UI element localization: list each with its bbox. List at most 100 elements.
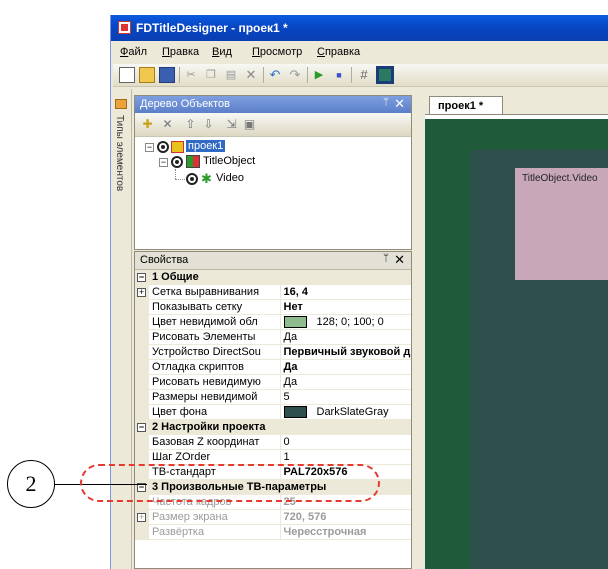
close-icon[interactable]: ✕ (394, 252, 405, 268)
cut-icon[interactable]: ✂ (183, 67, 199, 83)
row-gutter (135, 299, 149, 315)
menu-bar: Файл Правка Вид Просмотр Справка (111, 42, 608, 62)
tab-project[interactable]: проек1 * (429, 96, 503, 115)
document-area: проек1 * TitleObject.Video (425, 92, 608, 569)
move-up-icon[interactable]: ⇧ (183, 117, 198, 132)
property-name: Рисовать Элементы (149, 329, 281, 345)
menu-help[interactable]: Справка (317, 46, 360, 58)
open-folder-icon[interactable] (139, 67, 155, 83)
property-value[interactable]: Чересстрочная (280, 524, 411, 540)
menu-preview[interactable]: Просмотр (252, 46, 302, 58)
row-gutter (135, 524, 149, 540)
pin-icon[interactable]: ᛘ (383, 97, 389, 108)
pin-icon[interactable]: ᛘ (383, 253, 389, 264)
property-value-text: 0 (283, 436, 290, 448)
design-canvas[interactable]: TitleObject.Video (425, 119, 608, 569)
save-icon[interactable] (159, 67, 175, 83)
menu-edit[interactable]: Правка (162, 46, 199, 58)
collapse-icon[interactable]: − (135, 419, 149, 435)
grid-icon[interactable]: # (356, 67, 372, 83)
redo-icon[interactable]: ↷ (287, 67, 303, 83)
collapse-icon[interactable]: − (159, 158, 168, 167)
add-object-icon[interactable]: ✚ (140, 117, 155, 132)
property-value-text: Да (283, 361, 298, 373)
property-value[interactable]: 5 (280, 389, 411, 405)
tree-node-video[interactable]: Video (216, 172, 244, 184)
property-row[interactable]: Размеры невидимой 5 (135, 389, 411, 405)
property-row[interactable]: + Сетка выравнивания 16, 4 (135, 284, 411, 300)
visibility-icon[interactable] (171, 156, 183, 168)
menu-view[interactable]: Вид (212, 46, 232, 58)
toolbar-separator (263, 67, 264, 83)
background-color-icon[interactable] (376, 66, 394, 84)
export-icon[interactable]: ▣ (242, 117, 257, 132)
property-row[interactable]: Отладка скриптов Да (135, 359, 411, 375)
property-row[interactable]: Развёртка Чересстрочная (135, 524, 411, 540)
property-value-text: Да (283, 331, 298, 343)
property-row[interactable]: Шаг ZOrder 1 (135, 449, 411, 465)
import-icon[interactable]: ⇲ (224, 117, 239, 132)
property-value[interactable]: Да (280, 374, 411, 390)
new-file-icon[interactable] (119, 67, 135, 83)
move-down-icon[interactable]: ⇩ (201, 117, 216, 132)
expand-icon[interactable]: + (135, 509, 149, 525)
collapse-icon[interactable]: − (135, 270, 149, 285)
property-name: Отладка скриптов (149, 359, 281, 375)
property-row[interactable]: Устройство DirectSou Первичный звуковой д… (135, 344, 411, 360)
property-value[interactable]: 128; 0; 100; 0 (280, 314, 411, 330)
property-value[interactable]: 16, 4 (280, 284, 411, 300)
property-value[interactable]: Да (280, 359, 411, 375)
properties-panel: Свойства ᛘ ✕ −1 Общие + Сетка выравнивания… (134, 251, 412, 569)
property-value[interactable]: Нет (280, 299, 411, 315)
property-value[interactable]: 0 (280, 434, 411, 450)
property-row[interactable]: Показывать сетку Нет (135, 299, 411, 315)
row-gutter (135, 434, 149, 450)
collapse-icon[interactable]: − (145, 143, 154, 152)
property-row[interactable]: Цвет фона DarkSlateGray (135, 404, 411, 420)
close-icon[interactable]: ✕ (394, 96, 405, 112)
play-icon[interactable]: ▶ (311, 67, 327, 83)
delete-object-icon[interactable]: ✕ (160, 117, 175, 132)
property-value[interactable]: Да (280, 329, 411, 345)
row-gutter (135, 449, 149, 465)
visibility-icon[interactable] (186, 173, 198, 185)
tree-toolbar: ✚ ✕ ⇧ ⇩ ⇲ ▣ (135, 113, 411, 137)
tree-node-titleobject[interactable]: TitleObject (203, 155, 255, 167)
toolbar-separator (351, 67, 352, 83)
property-name: Размер экрана (149, 509, 281, 525)
paste-icon[interactable]: ▤ (223, 67, 239, 83)
property-row[interactable]: + Размер экрана 720, 576 (135, 509, 411, 525)
property-value[interactable]: Первичный звуковой др (280, 344, 411, 360)
property-name: Цвет фона (149, 404, 281, 420)
property-category[interactable]: −1 Общие (135, 270, 411, 285)
property-row[interactable]: Рисовать Элементы Да (135, 329, 411, 345)
property-value[interactable]: 1 (280, 449, 411, 465)
menu-file[interactable]: Файл (120, 46, 147, 58)
property-row[interactable]: Рисовать невидимую Да (135, 374, 411, 390)
category-label: 2 Настройки проекта (149, 419, 411, 435)
property-value-text: 128; 0; 100; 0 (316, 315, 384, 328)
object-tree-header: Дерево Объектов ᛘ ✕ (135, 96, 411, 113)
video-object-label: TitleObject.Video (522, 173, 598, 184)
property-row[interactable]: Цвет невидимой обл 128; 0; 100; 0 (135, 314, 411, 330)
property-category[interactable]: −2 Настройки проекта (135, 419, 411, 435)
element-types-label: Типы элементов (114, 115, 125, 192)
tree-node-project[interactable]: проек1 (186, 140, 226, 152)
property-value[interactable]: 720, 576 (280, 509, 411, 525)
window-title: FDTitleDesigner - проек1 * (136, 21, 288, 35)
tree-connector (175, 169, 177, 179)
copy-icon[interactable]: ❐ (203, 67, 219, 83)
property-name: Шаг ZOrder (149, 449, 281, 465)
stop-icon[interactable]: ■ (331, 67, 347, 83)
property-name: Размеры невидимой (149, 389, 281, 405)
color-swatch (283, 406, 307, 419)
undo-icon[interactable]: ↶ (267, 67, 283, 83)
toolbar-separator (179, 67, 180, 83)
property-row[interactable]: Базовая Z координат 0 (135, 434, 411, 450)
visibility-icon[interactable] (157, 141, 169, 153)
expand-icon[interactable]: + (135, 284, 149, 300)
property-name: Устройство DirectSou (149, 344, 281, 360)
delete-icon[interactable]: ✕ (243, 67, 259, 83)
property-value[interactable]: DarkSlateGray (280, 404, 411, 420)
video-object[interactable]: TitleObject.Video (515, 168, 608, 280)
